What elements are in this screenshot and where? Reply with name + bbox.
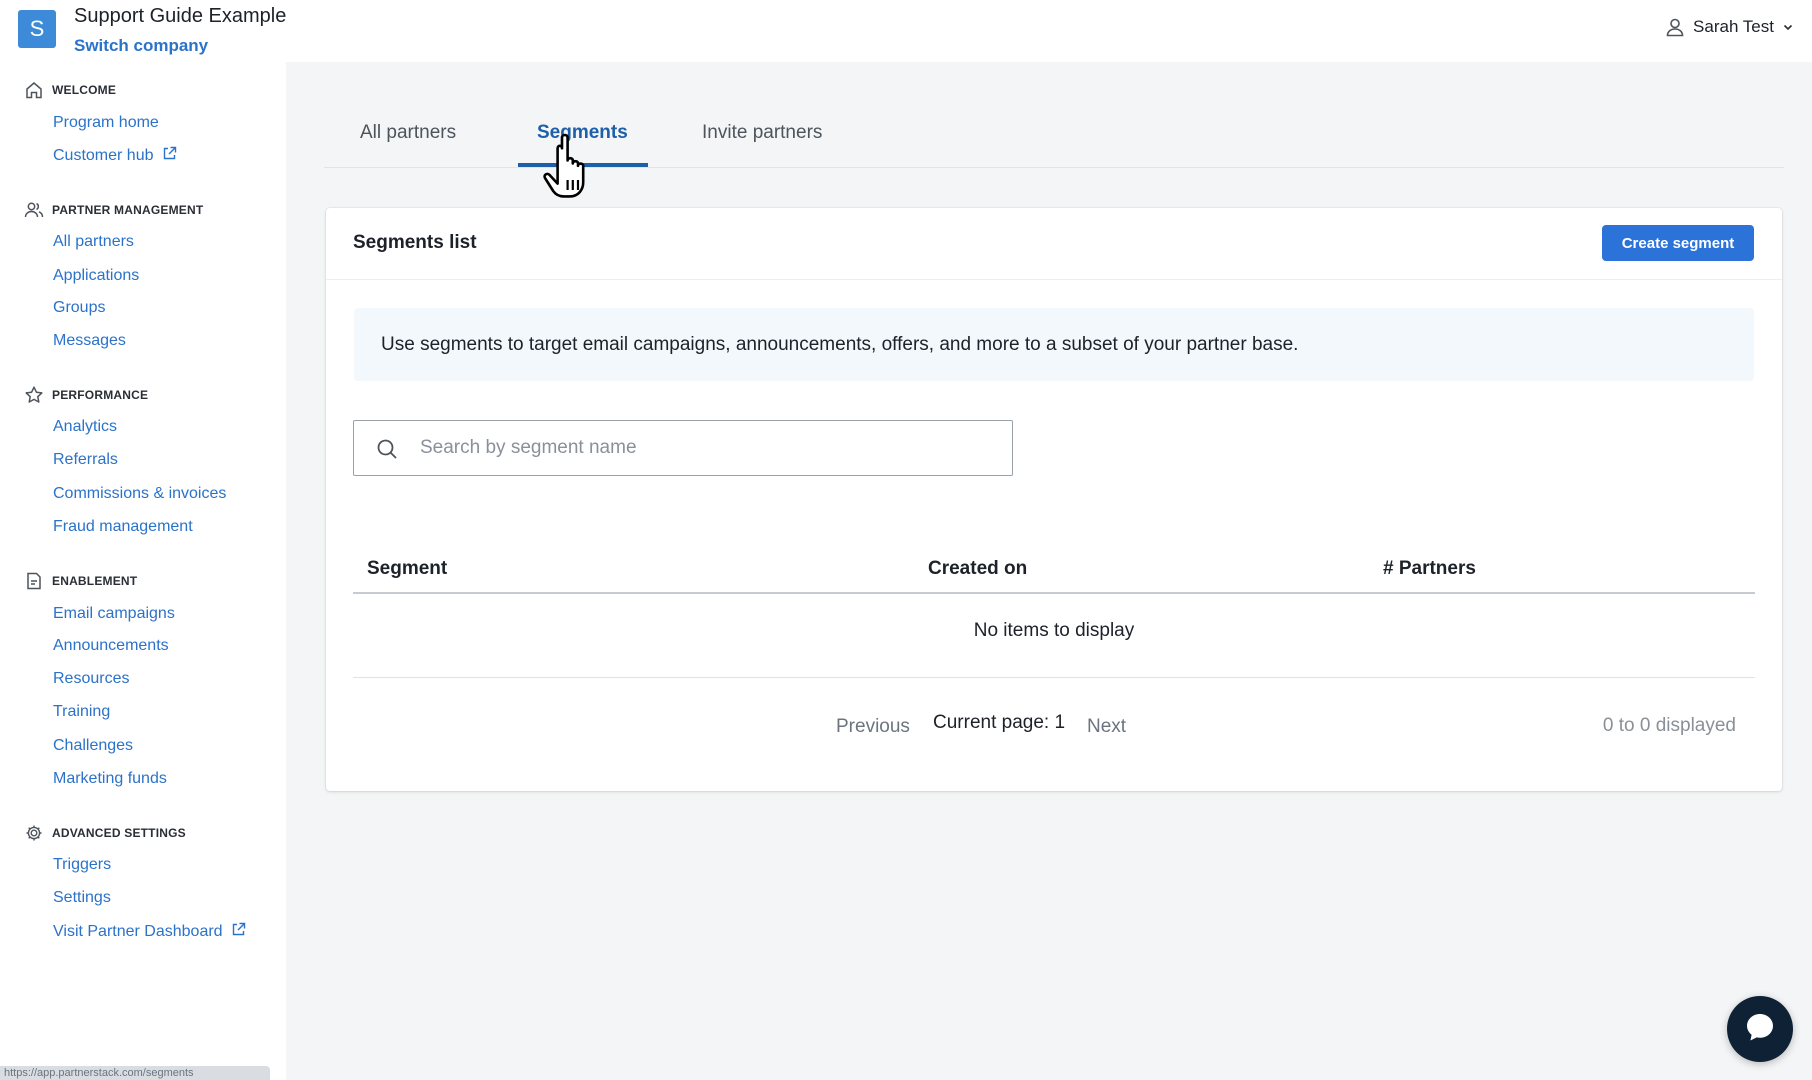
sidebar-item-label: Announcements <box>53 637 169 654</box>
sidebar-item-fraud-management[interactable]: Fraud management <box>53 518 193 536</box>
column-header-created-on[interactable]: Created on <box>928 558 1027 580</box>
sidebar-item-resources[interactable]: Resources <box>53 670 129 688</box>
sidebar-item-label: Settings <box>53 889 111 906</box>
sidebar-item-label: Training <box>53 703 111 720</box>
sidebar-section-welcome: WELCOME <box>24 80 116 100</box>
tab-invite-partners[interactable]: Invite partners <box>702 122 822 144</box>
sidebar-section-enablement: ENABLEMENT <box>24 571 137 591</box>
sidebar-item-label: Applications <box>53 267 140 284</box>
users-icon <box>24 200 44 220</box>
sidebar-item-label: Groups <box>53 299 106 316</box>
sidebar-item-messages[interactable]: Messages <box>53 332 126 350</box>
browser-status-url: https://app.partnerstack.com/segments <box>0 1066 270 1080</box>
sidebar-item-groups[interactable]: Groups <box>53 299 105 317</box>
card-title: Segments list <box>353 232 477 253</box>
sidebar-item-label: Commissions & invoices <box>53 485 227 502</box>
sidebar-item-label: Messages <box>53 332 126 349</box>
current-page-indicator: Current page: 1 <box>933 712 1066 733</box>
sidebar-section-performance: PERFORMANCE <box>24 385 148 405</box>
next-page-button[interactable]: Next <box>1087 716 1126 738</box>
sidebar-item-label: All partners <box>53 233 134 250</box>
chat-bubble-icon <box>1743 1010 1777 1049</box>
user-menu[interactable]: Sarah Test <box>1665 14 1794 40</box>
user-icon <box>1665 17 1685 37</box>
sidebar-item-label: Fraud management <box>53 518 193 535</box>
chevron-down-icon <box>1782 21 1794 33</box>
user-name: Sarah Test <box>1693 17 1774 36</box>
sidebar: WELCOME Program home Customer hub PARTNE… <box>0 62 286 1080</box>
sidebar-item-visit-partner-dashboard[interactable]: Visit Partner Dashboard <box>53 922 246 942</box>
gear-icon <box>24 823 44 843</box>
sidebar-item-label: Customer hub <box>53 147 154 164</box>
sidebar-section-heading: PARTNER MANAGEMENT <box>52 203 204 217</box>
sidebar-item-marketing-funds[interactable]: Marketing funds <box>53 770 167 788</box>
previous-page-button[interactable]: Previous <box>836 716 910 738</box>
sidebar-item-referrals[interactable]: Referrals <box>53 451 118 469</box>
sidebar-item-label: Challenges <box>53 737 134 754</box>
sidebar-section-partner-management: PARTNER MANAGEMENT <box>24 200 203 220</box>
tab-all-partners[interactable]: All partners <box>360 122 456 144</box>
sidebar-item-announcements[interactable]: Announcements <box>53 637 169 655</box>
column-header-partners[interactable]: # Partners <box>1383 558 1476 580</box>
sidebar-section-heading: ENABLEMENT <box>52 574 138 588</box>
sidebar-item-label: Analytics <box>53 418 118 435</box>
sidebar-item-analytics[interactable]: Analytics <box>53 418 117 436</box>
table-header: Segment Created on # Partners <box>353 544 1755 594</box>
table-empty-state: No items to display <box>353 594 1755 678</box>
search-input[interactable] <box>420 431 1000 465</box>
sidebar-section-heading: ADVANCED SETTINGS <box>52 826 186 840</box>
sidebar-item-triggers[interactable]: Triggers <box>53 856 111 874</box>
sidebar-item-settings[interactable]: Settings <box>53 889 111 907</box>
info-banner: Use segments to target email campaigns, … <box>354 308 1754 381</box>
switch-company-link[interactable]: Switch company <box>74 36 208 56</box>
external-link-icon <box>231 922 246 942</box>
sidebar-item-challenges[interactable]: Challenges <box>53 737 133 755</box>
sidebar-item-program-home[interactable]: Program home <box>53 114 159 132</box>
sidebar-item-label: Visit Partner Dashboard <box>53 923 223 940</box>
sidebar-section-heading: WELCOME <box>52 83 117 97</box>
pagination-count: 0 to 0 displayed <box>1602 715 1736 736</box>
sidebar-item-all-partners[interactable]: All partners <box>53 233 134 251</box>
star-icon <box>24 385 44 405</box>
card-header: Segments list Create segment <box>326 208 1782 280</box>
chat-launcher-button[interactable] <box>1727 996 1793 1062</box>
sidebar-item-label: Program home <box>53 114 159 131</box>
document-icon <box>24 571 44 591</box>
search-field[interactable] <box>353 420 1013 476</box>
sidebar-item-label: Email campaigns <box>53 605 175 622</box>
sidebar-item-commissions-invoices[interactable]: Commissions & invoices <box>53 485 226 503</box>
sidebar-item-email-campaigns[interactable]: Email campaigns <box>53 605 175 623</box>
sidebar-item-label: Marketing funds <box>53 770 167 787</box>
column-header-segment[interactable]: Segment <box>367 558 447 580</box>
company-logo: S <box>18 10 56 48</box>
sidebar-item-label: Resources <box>53 670 130 687</box>
hand-pointer-cursor-icon <box>541 131 609 206</box>
sidebar-item-training[interactable]: Training <box>53 703 110 721</box>
sidebar-item-label: Referrals <box>53 451 118 468</box>
sidebar-item-label: Triggers <box>53 856 112 873</box>
sidebar-item-customer-hub[interactable]: Customer hub <box>53 146 177 166</box>
company-name: Support Guide Example <box>74 5 287 27</box>
sidebar-section-advanced-settings: ADVANCED SETTINGS <box>24 823 186 843</box>
create-segment-button[interactable]: Create segment <box>1602 225 1754 261</box>
home-icon <box>24 80 44 100</box>
top-bar: S Support Guide Example Switch company S… <box>0 0 1812 62</box>
sidebar-section-heading: PERFORMANCE <box>52 388 149 402</box>
sidebar-item-applications[interactable]: Applications <box>53 267 139 285</box>
segments-card: Segments list Create segment Use segment… <box>326 208 1782 791</box>
external-link-icon <box>162 146 177 166</box>
